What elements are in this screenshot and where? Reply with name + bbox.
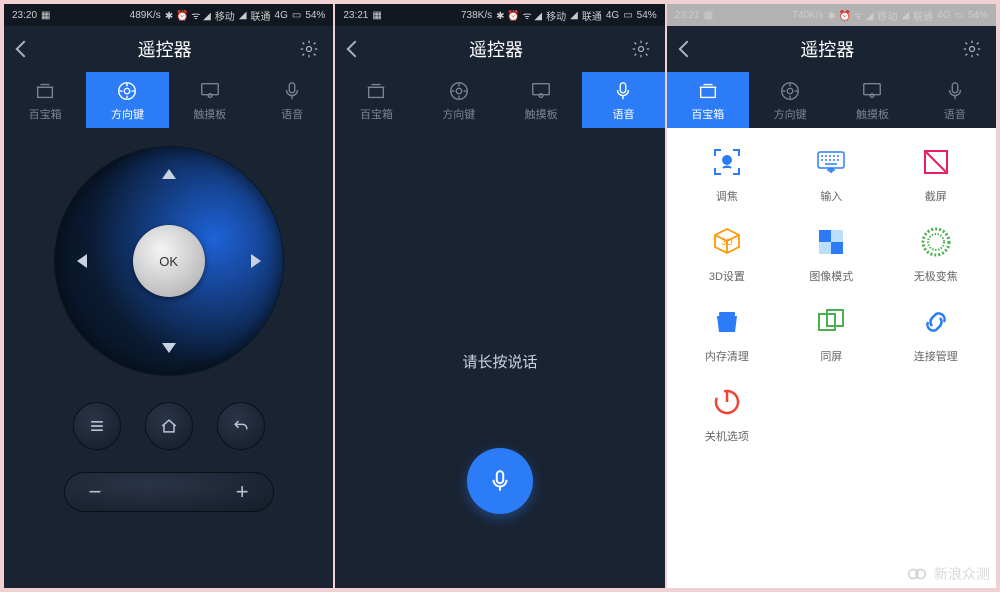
tab-toolbox[interactable]: 百宝箱 xyxy=(4,72,86,128)
menu-button[interactable] xyxy=(73,402,121,450)
mirror-icon xyxy=(811,302,851,342)
dpad-left[interactable] xyxy=(77,254,87,268)
tab-touchpad[interactable]: 触摸板 xyxy=(169,72,251,128)
status-bar: 23:20 ▦ 489K/s ✱ ⏰ ᯤ ◢ 移动 ◢ 联通 4G ▭ 54% xyxy=(4,4,333,26)
threed-icon: 3D xyxy=(707,222,747,262)
screen-voice: 23:21 ▦ 738K/s ✱ ⏰ ᯤ ◢ 移动 ◢ 联通 4G ▭ 54% … xyxy=(335,4,664,588)
title-bar: 遥控器 xyxy=(667,26,996,72)
volume-up[interactable]: + xyxy=(236,479,249,505)
focus-icon xyxy=(707,142,747,182)
tab-dpad[interactable]: 方向键 xyxy=(418,72,500,128)
imagemode-icon xyxy=(811,222,851,262)
mode-tabs: 百宝箱 方向键 触摸板 语音 xyxy=(4,72,333,128)
toolbox-grid: 调焦 输入 截屏 3D 3D设置 图像模式 无极变焦 xyxy=(667,128,996,458)
dpad-icon xyxy=(778,79,802,103)
screen-dpad: 23:20 ▦ 489K/s ✱ ⏰ ᯤ ◢ 移动 ◢ 联通 4G ▭ 54% … xyxy=(4,4,333,588)
settings-icon[interactable] xyxy=(299,39,319,59)
tab-dpad[interactable]: 方向键 xyxy=(86,72,168,128)
power-icon xyxy=(707,382,747,422)
tool-poweropts[interactable]: 关机选项 xyxy=(675,382,779,444)
touchpad-icon xyxy=(860,79,884,103)
toolbox-icon xyxy=(364,79,388,103)
svg-text:3D: 3D xyxy=(721,237,733,247)
tab-touchpad[interactable]: 触摸板 xyxy=(831,72,913,128)
page-title: 遥控器 xyxy=(361,36,630,62)
return-button[interactable] xyxy=(217,402,265,450)
tool-screenshot[interactable]: 截屏 xyxy=(884,142,988,204)
voice-icon xyxy=(280,79,304,103)
page-title: 遥控器 xyxy=(693,36,962,62)
title-bar: 遥控器 xyxy=(4,26,333,72)
nav-buttons xyxy=(73,402,265,450)
voice-icon xyxy=(611,79,635,103)
dpad-right[interactable] xyxy=(251,254,261,268)
voice-icon xyxy=(943,79,967,103)
tab-dpad[interactable]: 方向键 xyxy=(749,72,831,128)
dpad-ok-button[interactable]: OK xyxy=(133,225,205,297)
status-time: 23:21 xyxy=(675,10,700,21)
status-bar: 23:21 ▦ 738K/s ✱ ⏰ ᯤ ◢ 移动 ◢ 联通 4G ▭ 54% xyxy=(335,4,664,26)
tool-zoom[interactable]: 无极变焦 xyxy=(884,222,988,284)
dpad-up[interactable] xyxy=(162,169,176,179)
watermark: 新浪众测 xyxy=(906,563,990,585)
page-title: 遥控器 xyxy=(30,36,299,62)
touchpad-icon xyxy=(198,79,222,103)
dpad-icon xyxy=(447,79,471,103)
tab-touchpad[interactable]: 触摸板 xyxy=(500,72,582,128)
status-time: 23:20 xyxy=(12,10,37,21)
volume-bar: − + xyxy=(64,472,274,512)
status-bar: 23:21 ▦ 740K/s ✱ ⏰ ᯤ ◢ 移动 ◢ 联通 4G ▭ 54% xyxy=(667,4,996,26)
touchpad-icon xyxy=(529,79,553,103)
mode-tabs: 百宝箱 方向键 触摸板 语音 xyxy=(667,72,996,128)
tab-voice[interactable]: 语音 xyxy=(251,72,333,128)
status-speed: 489K/s xyxy=(130,10,161,21)
tab-voice[interactable]: 语音 xyxy=(582,72,664,128)
zoom-icon xyxy=(916,222,956,262)
mode-tabs: 百宝箱 方向键 触摸板 语音 xyxy=(335,72,664,128)
tool-focus[interactable]: 调焦 xyxy=(675,142,779,204)
home-button[interactable] xyxy=(145,402,193,450)
mic-button[interactable] xyxy=(467,448,533,514)
dpad-icon xyxy=(115,79,139,103)
tab-toolbox[interactable]: 百宝箱 xyxy=(667,72,749,128)
tool-connection[interactable]: 连接管理 xyxy=(884,302,988,364)
dpad-down[interactable] xyxy=(162,343,176,353)
input-icon xyxy=(811,142,851,182)
screen-toolbox: 23:21 ▦ 740K/s ✱ ⏰ ᯤ ◢ 移动 ◢ 联通 4G ▭ 54% … xyxy=(667,4,996,588)
tab-voice[interactable]: 语音 xyxy=(914,72,996,128)
memclean-icon xyxy=(707,302,747,342)
settings-icon[interactable] xyxy=(962,39,982,59)
tab-toolbox[interactable]: 百宝箱 xyxy=(335,72,417,128)
screenshot-icon xyxy=(916,142,956,182)
tool-3d[interactable]: 3D 3D设置 xyxy=(675,222,779,284)
dpad-panel: OK − + xyxy=(4,128,333,568)
settings-icon[interactable] xyxy=(631,39,651,59)
tool-input[interactable]: 输入 xyxy=(779,142,883,204)
toolbox-icon xyxy=(33,79,57,103)
status-time: 23:21 xyxy=(343,10,368,21)
volume-down[interactable]: − xyxy=(89,479,102,505)
status-speed: 738K/s xyxy=(461,10,492,21)
tool-imagemode[interactable]: 图像模式 xyxy=(779,222,883,284)
voice-prompt: 请长按说话 xyxy=(462,351,537,372)
voice-panel: 请长按说话 xyxy=(335,128,664,568)
tool-memclean[interactable]: 内存清理 xyxy=(675,302,779,364)
status-speed: 740K/s xyxy=(792,10,823,21)
toolbox-icon xyxy=(696,79,720,103)
dpad-ring: OK xyxy=(54,146,284,376)
title-bar: 遥控器 xyxy=(335,26,664,72)
connection-icon xyxy=(916,302,956,342)
tool-mirror[interactable]: 同屏 xyxy=(779,302,883,364)
